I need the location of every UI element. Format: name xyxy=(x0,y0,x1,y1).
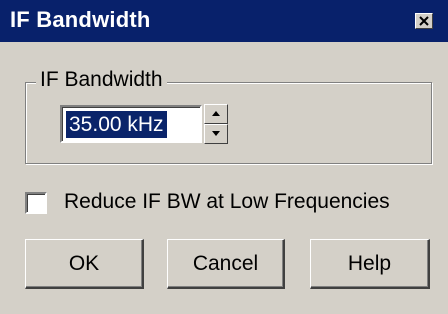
bandwidth-value: 35.00 kHz xyxy=(66,111,167,138)
ok-button[interactable]: OK xyxy=(25,239,144,289)
close-button[interactable] xyxy=(415,13,433,29)
help-button[interactable]: Help xyxy=(310,239,430,289)
bandwidth-spinner xyxy=(204,104,228,144)
arrow-down-icon xyxy=(212,131,220,136)
arrow-up-icon xyxy=(212,111,220,116)
group-label: IF Bandwidth xyxy=(36,68,167,92)
reduce-if-bw-label[interactable]: Reduce IF BW at Low Frequencies xyxy=(64,190,390,214)
reduce-if-bw-checkbox[interactable] xyxy=(25,192,47,214)
title-bar[interactable]: IF Bandwidth xyxy=(0,0,448,42)
if-bandwidth-dialog: IF Bandwidth IF Bandwidth 35.00 kHz Redu… xyxy=(0,0,448,314)
window-title: IF Bandwidth xyxy=(10,7,151,32)
spin-up-button[interactable] xyxy=(204,104,228,124)
cancel-button[interactable]: Cancel xyxy=(167,239,285,289)
close-icon xyxy=(419,16,429,26)
bandwidth-input[interactable]: 35.00 kHz xyxy=(60,105,202,143)
spin-down-button[interactable] xyxy=(204,124,228,144)
